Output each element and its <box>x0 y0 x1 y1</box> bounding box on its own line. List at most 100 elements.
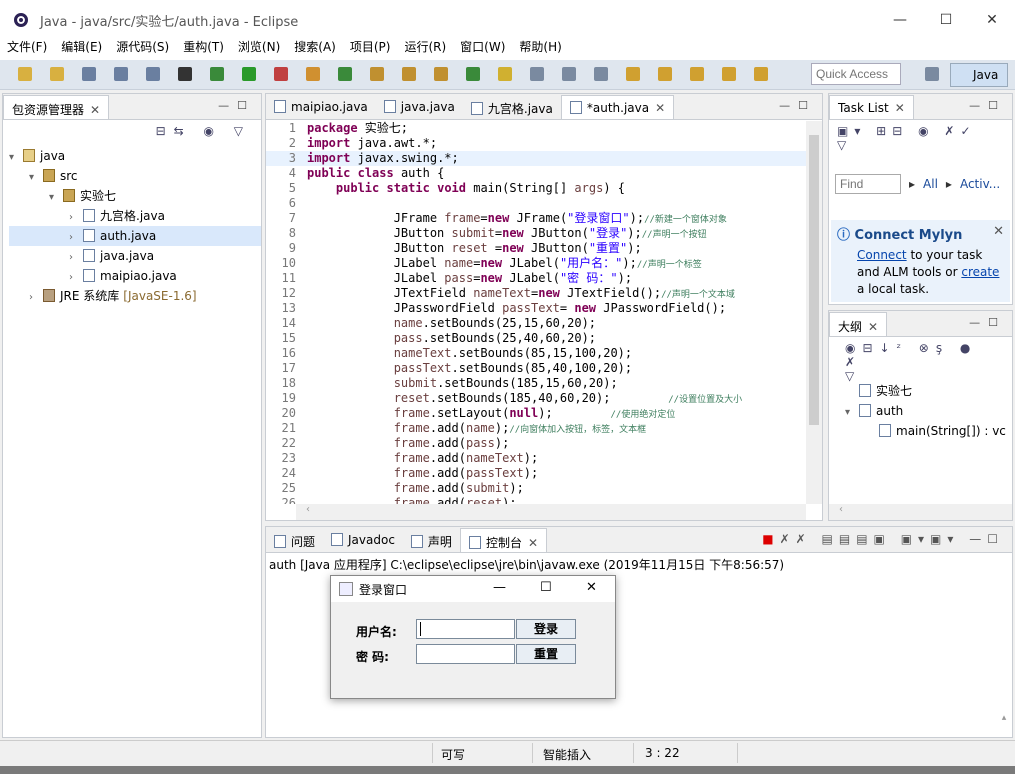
menu-item[interactable]: 编辑(E) <box>54 38 109 60</box>
tree-item[interactable]: ▾ 实验七 <box>9 186 261 206</box>
close-button[interactable]: ✕ <box>969 0 1015 40</box>
tree-item[interactable]: › 九宫格.java <box>9 206 261 226</box>
toolbar-button[interactable] <box>370 67 384 81</box>
chevron-right-icon[interactable]: › <box>69 268 83 288</box>
chevron-down-icon[interactable]: ▾ <box>49 188 63 208</box>
menu-item[interactable]: 运行(R) <box>397 38 453 60</box>
tab-package-explorer[interactable]: 包资源管理器 ✕ <box>3 95 110 119</box>
quick-access-input[interactable] <box>811 63 901 85</box>
toolbar-button[interactable] <box>498 67 512 81</box>
toolbar-button[interactable] <box>722 67 736 81</box>
toolbar-button[interactable] <box>562 67 576 81</box>
tab-3[interactable]: 控制台 ✕ <box>459 528 548 552</box>
code-editor[interactable]: 1 package 实验七; 2 import java.awt.*; 3 import … <box>266 121 806 504</box>
view-controls[interactable]: —☐ <box>779 99 816 112</box>
toolbar-button[interactable] <box>82 67 96 81</box>
chevron-down-icon[interactable]: ▾ <box>9 148 23 168</box>
toolbar-button[interactable] <box>274 67 288 81</box>
horizontal-scrollbar[interactable]: ‹ <box>829 504 1012 520</box>
tree-item[interactable]: › JRE 系统库 [JavaSE-1.6] <box>9 286 261 306</box>
chevron-down-icon[interactable]: ▾ <box>845 403 859 423</box>
close-icon[interactable]: ✕ <box>90 103 100 117</box>
tab-0[interactable]: maipiao.java <box>266 95 376 119</box>
view-controls[interactable]: —☐ <box>969 99 1006 112</box>
tab-2[interactable]: 九宫格.java <box>463 95 561 119</box>
toolbar-button[interactable] <box>530 67 544 81</box>
toolbar-button[interactable] <box>434 67 448 81</box>
menu-item[interactable]: 帮助(H) <box>512 38 568 60</box>
tab-2[interactable]: 声明 <box>403 528 460 552</box>
dialog-maximize-button[interactable]: ☐ <box>540 580 552 595</box>
tree-item[interactable]: › maipiao.java <box>9 266 261 286</box>
toolbar-button[interactable] <box>50 67 64 81</box>
tab-1[interactable]: Javadoc <box>323 528 403 552</box>
vertical-scrollbar[interactable]: ▴ <box>996 713 1012 737</box>
tree-item[interactable]: ▾ src <box>9 166 261 186</box>
maximize-button[interactable]: ☐ <box>923 0 969 40</box>
chevron-down-icon[interactable]: ▾ <box>29 168 43 188</box>
chevron-right-icon[interactable]: › <box>69 208 83 228</box>
close-icon[interactable]: ✕ <box>895 101 905 115</box>
close-icon[interactable]: ✕ <box>528 536 538 550</box>
toolbar-button[interactable] <box>338 67 352 81</box>
create-link[interactable]: create <box>961 265 999 279</box>
close-icon[interactable]: ✕ <box>868 320 878 334</box>
view-controls[interactable]: —☐ <box>969 316 1006 329</box>
toolbar-button[interactable] <box>690 67 704 81</box>
toolbar-button[interactable] <box>146 67 160 81</box>
dialog-minimize-button[interactable]: — <box>493 580 506 595</box>
tree-item[interactable]: main(String[]) : vc <box>845 421 1012 441</box>
connect-link[interactable]: Connect <box>857 248 907 262</box>
close-icon[interactable]: ✕ <box>655 101 665 115</box>
login-button[interactable]: 登录 <box>516 619 576 639</box>
toolbar-button[interactable] <box>466 67 480 81</box>
toolbar-button[interactable] <box>18 67 32 81</box>
toolbar-button[interactable] <box>210 67 224 81</box>
task-toolbar[interactable]: ▣▾ ⊞⊟ ◉ ✗✓ ▽ <box>829 120 1012 164</box>
menu-item[interactable]: 重构(T) <box>176 38 231 60</box>
dialog-close-button[interactable]: ✕ <box>586 580 597 595</box>
tree-item[interactable]: ▾ java <box>9 146 261 166</box>
java-perspective-button[interactable]: Java <box>950 63 1008 87</box>
minimize-button[interactable]: — <box>877 0 923 40</box>
tree-item[interactable]: › auth.java <box>9 226 261 246</box>
chevron-right-icon[interactable]: › <box>69 228 83 248</box>
tree-item[interactable]: › java.java <box>9 246 261 266</box>
tab-0[interactable]: 问题 <box>266 528 323 552</box>
toolbar-button[interactable] <box>306 67 320 81</box>
password-field[interactable] <box>416 644 515 664</box>
chevron-right-icon[interactable]: › <box>69 248 83 268</box>
explorer-toolbar[interactable]: ⊟⇆ ◉ ▽ <box>3 120 261 146</box>
tab-3[interactable]: *auth.java ✕ <box>560 95 675 119</box>
toolbar-button[interactable] <box>594 67 608 81</box>
toolbar-button[interactable] <box>114 67 128 81</box>
reset-button[interactable]: 重置 <box>516 644 576 664</box>
tab-outline[interactable]: 大纲 ✕ <box>829 312 888 336</box>
toolbar-button[interactable] <box>626 67 640 81</box>
toolbar-button[interactable] <box>242 67 256 81</box>
toolbar-button[interactable] <box>754 67 768 81</box>
console-toolbar[interactable]: ■✗✗ ▤▤▤▣ ▣▾▣▾ —☐ <box>762 532 1004 546</box>
menu-item[interactable]: 搜索(A) <box>287 38 343 60</box>
activate-link[interactable]: Activ... <box>960 177 1000 191</box>
close-icon[interactable]: ✕ <box>993 224 1004 239</box>
toolbar-button[interactable] <box>178 67 192 81</box>
vertical-scrollbar[interactable] <box>806 121 822 504</box>
chevron-right-icon[interactable]: › <box>29 288 43 308</box>
open-perspective-button[interactable] <box>925 67 939 81</box>
username-field[interactable] <box>416 619 515 639</box>
menu-item[interactable]: 文件(F) <box>0 38 54 60</box>
menu-item[interactable]: 浏览(N) <box>231 38 287 60</box>
view-controls[interactable]: —☐ <box>218 99 255 112</box>
menu-item[interactable]: 项目(P) <box>343 38 398 60</box>
tree-item[interactable]: 实验七 <box>845 381 1012 401</box>
menu-item[interactable]: 窗口(W) <box>453 38 512 60</box>
toolbar-button[interactable] <box>402 67 416 81</box>
tab-1[interactable]: java.java <box>376 95 463 119</box>
toolbar-button[interactable] <box>658 67 672 81</box>
outline-toolbar[interactable]: ◉⊟↓ᶻ ⊗ş ● ✗ ▽ <box>829 337 1012 383</box>
tree-item[interactable]: ▾ auth <box>845 401 1012 421</box>
tab-task-list[interactable]: Task List ✕ <box>829 95 914 119</box>
all-link[interactable]: All <box>923 177 938 191</box>
task-find-input[interactable] <box>835 174 901 194</box>
